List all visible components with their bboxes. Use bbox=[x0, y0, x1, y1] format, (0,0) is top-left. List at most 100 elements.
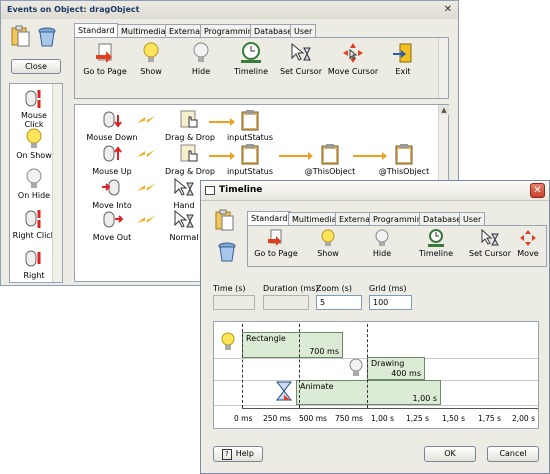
tab-standard[interactable]: Standard bbox=[74, 23, 119, 38]
tool-set-cursor[interactable]: Set Cursor bbox=[273, 42, 329, 76]
paste-icon[interactable] bbox=[215, 209, 235, 231]
target-this-object[interactable]: @ThisObject bbox=[295, 143, 365, 176]
tab-multimedia[interactable]: Multimedia bbox=[117, 24, 170, 38]
track-name: Rectangle bbox=[246, 334, 286, 343]
track-name: Animate bbox=[300, 382, 334, 391]
tab-user[interactable]: User bbox=[459, 212, 486, 226]
track-bar-rectangle[interactable]: Rectangle 700 ms bbox=[242, 332, 343, 358]
tool-timeline[interactable]: Timeline bbox=[408, 229, 464, 258]
trash-icon[interactable] bbox=[217, 241, 237, 263]
tick-label: 1,75 s bbox=[478, 414, 501, 423]
target-this-object[interactable]: @ThisObject bbox=[369, 143, 439, 176]
time-marker bbox=[367, 324, 368, 408]
tool-exit[interactable]: Exit bbox=[375, 42, 431, 76]
cursor-hourglass-icon bbox=[173, 209, 195, 231]
timeline-titlebar: Timeline ✕ bbox=[201, 181, 549, 201]
mouse-up-icon bbox=[101, 143, 123, 165]
track-bar-animate[interactable]: Animate 1,00 s bbox=[296, 380, 441, 405]
lightbulb-on-icon bbox=[319, 229, 337, 247]
clipboard-icon bbox=[239, 109, 261, 131]
tool-label: Move bbox=[517, 249, 539, 258]
timeline-window: Timeline ✕ Standard Multimedia External … bbox=[200, 180, 550, 474]
cursor-hourglass-icon bbox=[173, 177, 195, 199]
timeline-tab-bar: Standard Multimedia External Programming… bbox=[247, 211, 547, 226]
timeline-panel: Rectangle 700 ms Drawing 400 ms Animate … bbox=[213, 321, 539, 429]
mouse-move-out-icon bbox=[101, 209, 124, 231]
list-item-mouse-click[interactable]: Mouse Click bbox=[12, 88, 56, 129]
help-button[interactable]: ? Help bbox=[213, 446, 263, 462]
tab-standard[interactable]: Standard bbox=[247, 211, 292, 226]
target-label: inputStatus bbox=[226, 133, 274, 142]
tool-label: Timeline bbox=[418, 249, 453, 258]
track-duration: 1,00 s bbox=[412, 394, 437, 403]
list-item-label: Right bbox=[23, 271, 45, 280]
tick-label: 0 ms bbox=[234, 414, 253, 423]
time-input[interactable] bbox=[213, 295, 255, 310]
tab-user[interactable]: User bbox=[290, 24, 317, 38]
list-item-label: On Show bbox=[16, 151, 52, 160]
events-window-title: Events on Object: dragObject bbox=[7, 5, 140, 14]
tab-multimedia[interactable]: Multimedia bbox=[288, 212, 341, 226]
zoom-input[interactable]: 5 bbox=[316, 295, 362, 310]
close-button[interactable]: Close bbox=[11, 59, 61, 74]
cursor-hourglass-icon bbox=[481, 228, 499, 247]
duration-input[interactable] bbox=[263, 295, 309, 310]
target-input-status[interactable]: inputStatus bbox=[215, 143, 285, 176]
zoom-label: Zoom (s) bbox=[316, 284, 353, 293]
cancel-button[interactable]: Cancel bbox=[487, 446, 539, 462]
lightbulb-on-icon bbox=[220, 332, 236, 352]
toolbar-scrollbar[interactable] bbox=[438, 38, 448, 98]
list-item-on-show[interactable]: On Show bbox=[12, 128, 56, 160]
track-bar-drawing[interactable]: Drawing 400 ms bbox=[367, 357, 425, 380]
duration-label: Duration (ms) bbox=[263, 284, 319, 293]
lightning-icon bbox=[137, 115, 155, 127]
exit-door-icon bbox=[392, 42, 414, 64]
time-ruler: 0 ms 250 ms 500 ms 750 ms 1,00 s 1,25 s … bbox=[214, 408, 538, 428]
target-label: inputStatus bbox=[226, 167, 274, 176]
tick-label: 500 ms bbox=[299, 414, 327, 423]
tick-label: 750 ms bbox=[335, 414, 363, 423]
track-duration: 700 ms bbox=[309, 347, 339, 356]
tool-show[interactable]: Show bbox=[300, 229, 356, 258]
list-item-right-click[interactable]: Right Click bbox=[12, 208, 56, 240]
tool-move-cursor[interactable]: Move bbox=[508, 229, 546, 258]
tool-timeline[interactable]: Timeline bbox=[223, 42, 279, 76]
time-marker bbox=[299, 324, 300, 408]
clipboard-icon bbox=[393, 143, 415, 165]
tool-label: Hide bbox=[372, 249, 392, 258]
ok-button[interactable]: OK bbox=[424, 446, 476, 462]
tool-show[interactable]: Show bbox=[123, 42, 179, 76]
list-item-label: Mouse Click bbox=[21, 111, 47, 129]
list-item-on-hide[interactable]: On Hide bbox=[12, 168, 56, 200]
drag-drop-hand-icon bbox=[179, 109, 201, 131]
lightbulb-off-icon bbox=[373, 229, 391, 247]
track-name: Drawing bbox=[371, 359, 405, 368]
tool-label: Hide bbox=[191, 67, 211, 76]
mouse-right-click-icon bbox=[23, 208, 45, 230]
target-input-status[interactable]: inputStatus bbox=[215, 109, 285, 142]
list-item-right[interactable]: Right bbox=[12, 248, 56, 280]
paste-icon[interactable] bbox=[11, 25, 31, 47]
tool-hide[interactable]: Hide bbox=[354, 229, 410, 258]
tool-go-to-page[interactable]: Go to Page bbox=[248, 229, 304, 258]
trash-icon[interactable] bbox=[37, 26, 57, 48]
track-duration: 400 ms bbox=[391, 369, 421, 378]
time-label: Time (s) bbox=[213, 284, 246, 293]
go-to-page-icon bbox=[94, 42, 116, 64]
tool-label: Timeline bbox=[233, 67, 268, 76]
scroll-up-icon[interactable]: ▲ bbox=[439, 105, 449, 115]
tool-hide[interactable]: Hide bbox=[173, 42, 229, 76]
tick-label: 2,00 s bbox=[512, 414, 535, 423]
target-label: @ThisObject bbox=[378, 167, 430, 176]
tool-move-cursor[interactable]: Move Cursor bbox=[325, 42, 381, 76]
close-icon[interactable]: ✕ bbox=[530, 183, 545, 198]
mouse-down-icon bbox=[101, 109, 123, 131]
tick-label: 1,25 s bbox=[406, 414, 429, 423]
close-icon[interactable]: ✕ bbox=[444, 4, 452, 15]
grid-input[interactable]: 100 bbox=[369, 295, 412, 310]
clipboard-icon bbox=[319, 143, 341, 165]
move-cursor-icon bbox=[519, 229, 537, 247]
tick-label: 1,00 s bbox=[371, 414, 394, 423]
timeline-clock-icon bbox=[427, 229, 445, 247]
left-list-scrollbar[interactable] bbox=[52, 84, 62, 282]
